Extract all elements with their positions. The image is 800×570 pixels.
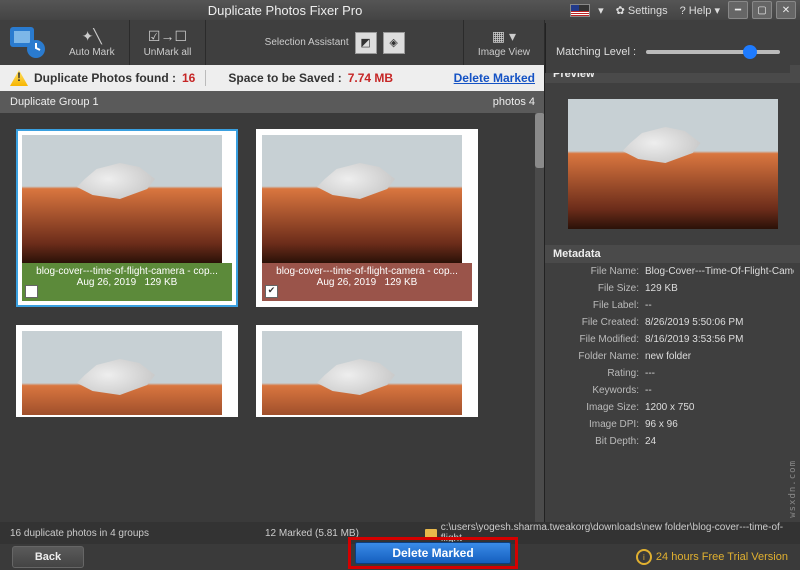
metadata-value: -- [645, 300, 794, 311]
delete-marked-link[interactable]: Delete Marked [454, 71, 535, 85]
metadata-key: File Size: [551, 283, 645, 294]
photo-card[interactable]: blog-cover---time-of-flight-camera - cop… [16, 129, 238, 307]
delete-marked-button[interactable]: Delete Marked [355, 542, 511, 564]
app-logo-icon [0, 20, 55, 65]
language-flag-icon[interactable] [570, 4, 590, 17]
metadata-value: 96 x 96 [645, 419, 794, 430]
metadata-key: File Modified: [551, 334, 645, 345]
selection-assistant-group: Selection Assistant ◩ ◈ [206, 20, 464, 65]
unmark-all-label: UnMark all [144, 47, 192, 58]
photo-thumbnail [22, 135, 222, 263]
thumbnail-scroll: blog-cover---time-of-flight-camera - cop… [0, 113, 545, 522]
photo-checkbox[interactable] [25, 285, 38, 298]
space-label: Space to be Saved : [228, 71, 341, 85]
preview-image [568, 99, 778, 229]
settings-link[interactable]: ✿ Settings [612, 4, 672, 17]
matching-level-slider[interactable] [646, 50, 780, 54]
warning-icon [10, 70, 28, 86]
metadata-row: File Name:Blog-Cover---Time-Of-Flight-Ca… [545, 263, 800, 280]
matching-level-label: Matching Level : [556, 46, 636, 58]
metadata-row: File Created:8/26/2019 5:50:06 PM [545, 314, 800, 331]
delete-button-highlight: Delete Marked [348, 537, 518, 569]
metadata-row: File Label:-- [545, 297, 800, 314]
metadata-value: 8/16/2019 3:53:56 PM [645, 334, 794, 345]
metadata-value: 8/26/2019 5:50:06 PM [645, 317, 794, 328]
unmark-all-button[interactable]: ☑→☐ UnMark all [130, 20, 207, 65]
photo-info: blog-cover---time-of-flight-camera - cop… [262, 263, 472, 301]
auto-mark-label: Auto Mark [69, 47, 115, 58]
grid-icon: ▦ ▾ [492, 27, 516, 45]
unmark-icon: ☑→☐ [148, 27, 187, 45]
selection-assistant-btn-1[interactable]: ◩ [355, 32, 377, 54]
minimize-button[interactable]: ━ [728, 1, 748, 19]
photo-thumbnail [262, 331, 462, 417]
metadata-key: Rating: [551, 368, 645, 379]
photo-thumbnail [262, 135, 462, 263]
group-count: photos 4 [493, 96, 535, 108]
auto-mark-button[interactable]: ✦╲ Auto Mark [55, 20, 130, 65]
metadata-row: Bit Depth:24 [545, 433, 800, 450]
language-dropdown-arrow[interactable]: ▾ [594, 4, 608, 17]
metadata-row: File Size:129 KB [545, 280, 800, 297]
metadata-row: Keywords:-- [545, 382, 800, 399]
metadata-key: Image DPI: [551, 419, 645, 430]
metadata-row: Image Size:1200 x 750 [545, 399, 800, 416]
metadata-header: Metadata [545, 245, 800, 263]
photo-card[interactable] [256, 325, 478, 417]
metadata-key: Folder Name: [551, 351, 645, 362]
close-button[interactable]: ✕ [776, 1, 796, 19]
help-link[interactable]: ? Help ▾ [676, 4, 724, 17]
found-label: Duplicate Photos found : [34, 71, 176, 85]
photo-card[interactable]: blog-cover---time-of-flight-camera - cop… [256, 129, 478, 307]
photo-info: blog-cover---time-of-flight-camera - cop… [22, 263, 232, 301]
found-value: 16 [182, 71, 195, 85]
photo-filename: blog-cover---time-of-flight-camera - cop… [26, 266, 228, 277]
metadata-key: File Created: [551, 317, 645, 328]
info-bar: Duplicate Photos found : 16 Space to be … [0, 65, 545, 91]
space-value: 7.74 MB [348, 71, 393, 85]
image-view-label: Image View [478, 47, 530, 58]
metadata-key: Keywords: [551, 385, 645, 396]
back-button[interactable]: Back [12, 546, 84, 568]
trial-notice[interactable]: i 24 hours Free Trial Version [636, 549, 788, 565]
metadata-row: Folder Name:new folder [545, 348, 800, 365]
app-title: Duplicate Photos Fixer Pro [4, 3, 566, 18]
metadata-value: Blog-Cover---Time-Of-Flight-Camera - Cop… [645, 266, 794, 277]
preview-pane [545, 83, 800, 245]
photo-checkbox[interactable]: ✔ [265, 285, 278, 298]
group-header: Duplicate Group 1 photos 4 [0, 91, 545, 113]
selection-assistant-btn-2[interactable]: ◈ [383, 32, 405, 54]
metadata-value: 129 KB [645, 283, 794, 294]
info-icon: i [636, 549, 652, 565]
metadata-key: File Name: [551, 266, 645, 277]
metadata-row: Image DPI:96 x 96 [545, 416, 800, 433]
thumbnail-grid: blog-cover---time-of-flight-camera - cop… [0, 113, 526, 433]
metadata-key: Image Size: [551, 402, 645, 413]
metadata-value: -- [645, 385, 794, 396]
image-view-button[interactable]: ▦ ▾ Image View [464, 20, 545, 65]
main-area: Duplicate Photos found : 16 Space to be … [0, 65, 545, 522]
watermark: wsxdn.com [788, 460, 798, 518]
wand-icon: ✦╲ [82, 27, 102, 45]
metadata-value: 24 [645, 436, 794, 447]
metadata-key: File Label: [551, 300, 645, 311]
side-panel: Matching Level : Preview Metadata File N… [544, 65, 800, 522]
metadata-value: new folder [645, 351, 794, 362]
metadata-value: 1200 x 750 [645, 402, 794, 413]
metadata-key: Bit Depth: [551, 436, 645, 447]
maximize-button[interactable]: ▢ [752, 1, 772, 19]
group-name: Duplicate Group 1 [10, 96, 99, 108]
metadata-value: --- [645, 368, 794, 379]
metadata-row: File Modified:8/16/2019 3:53:56 PM [545, 331, 800, 348]
matching-level-control: Matching Level : [545, 23, 790, 73]
status-summary: 16 duplicate photos in 4 groups [0, 528, 265, 539]
photo-card[interactable] [16, 325, 238, 417]
selection-assistant-label: Selection Assistant [265, 37, 349, 48]
titlebar: Duplicate Photos Fixer Pro ▾ ✿ Settings … [0, 0, 800, 20]
photo-thumbnail [22, 331, 222, 417]
metadata-table: File Name:Blog-Cover---Time-Of-Flight-Ca… [545, 263, 800, 450]
photo-filename: blog-cover---time-of-flight-camera - cop… [266, 266, 468, 277]
metadata-row: Rating:--- [545, 365, 800, 382]
